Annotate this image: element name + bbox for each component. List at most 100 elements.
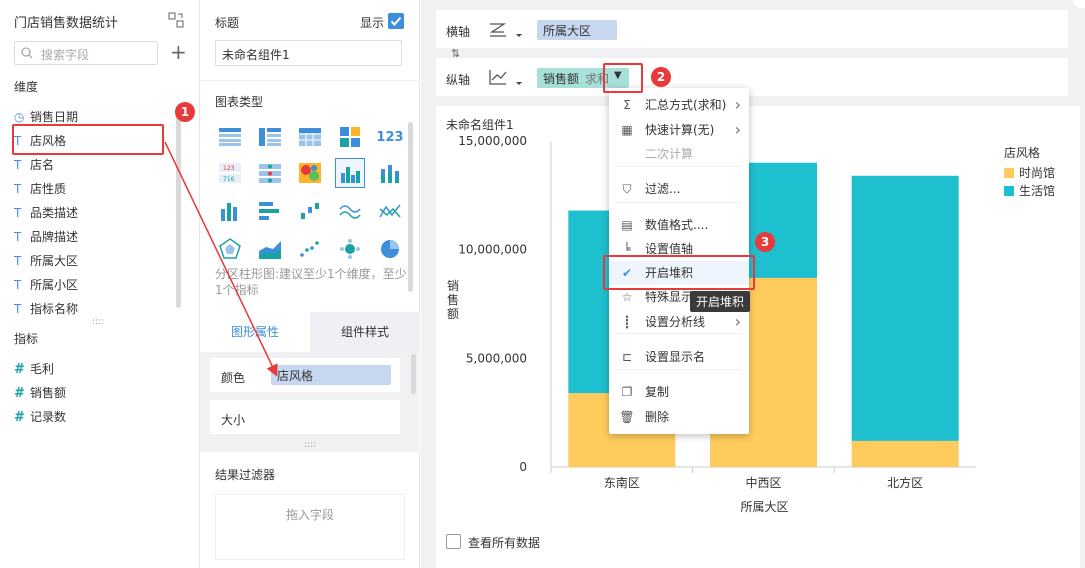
chart-widget: 未命名组件1 15,000,000 10,000,000 5,000,000 0 销售额… (436, 106, 1080, 568)
y-axis-shelf[interactable]: 纵轴 销售额 求和 ▼ (436, 58, 1068, 96)
copy-icon: ❐ (621, 385, 633, 399)
y-tick-label: 15,000,000 (458, 134, 527, 148)
y-tick-label: 10,000,000 (458, 243, 527, 257)
x-tick-label: 东南区 (604, 475, 640, 490)
menu-item-rename[interactable]: ⊏ 设置显示名 (609, 345, 749, 369)
x-axis-type-icon[interactable] (488, 20, 524, 40)
properties-panel: 标题 显示 未命名组件1 图表类型 123 123 716 分区柱形图:建议至少1… (200, 0, 420, 568)
legend-label: 时尚馆 (1019, 165, 1055, 180)
add-field-button[interactable]: + (170, 42, 187, 62)
size-row[interactable]: 大小 (210, 400, 400, 434)
kpi-chart-icon[interactable]: 123 716 (215, 158, 245, 188)
group-table-icon[interactable] (255, 122, 285, 152)
bubble-chart-icon[interactable] (335, 234, 365, 264)
radar-chart-icon[interactable] (215, 234, 245, 264)
area-chart-icon[interactable] (255, 234, 285, 264)
menu-item-format[interactable]: ▤ 数值格式.... (609, 213, 749, 237)
grouped-bar-chart-icon[interactable] (335, 158, 365, 188)
measure-label: 毛利 (30, 362, 55, 376)
column-chart-icon[interactable] (215, 196, 245, 226)
menu-divider (617, 333, 741, 334)
measure-item-sales[interactable]: # 销售额 (14, 382, 66, 404)
x-tick-label: 中西区 (745, 475, 781, 490)
dim-item-region[interactable]: T 所属大区 (14, 250, 78, 272)
line-chart-icon[interactable] (335, 196, 365, 226)
dim-label: 所属大区 (30, 254, 79, 268)
measure-item-profit[interactable]: # 毛利 (14, 358, 54, 380)
search-input[interactable]: 搜索字段 (14, 41, 158, 65)
field-panel: 门店销售数据统计 搜索字段 + 维度 ◷ 销售日期 T 店风格 T 店名 T 店性质 T… (0, 0, 200, 568)
pie-chart-icon[interactable] (375, 234, 405, 264)
stacked-bar-chart-icon[interactable] (375, 158, 405, 188)
dim-item-store-nature[interactable]: T 店性质 (14, 178, 66, 200)
dim-label: 店性质 (30, 182, 67, 196)
show-title-checkbox[interactable] (388, 13, 404, 29)
stacked-bar-chart: 15,000,000 10,000,000 5,000,000 0 销售额东南区 中西区 北… (447, 134, 1055, 514)
menu-divider (617, 202, 741, 203)
menu-item-trash[interactable]: 🗑 删除 (609, 405, 749, 429)
multi-line-chart-icon[interactable] (375, 196, 405, 226)
y-tick-label: 5,000,000 (466, 351, 527, 365)
property-scrollbar[interactable] (411, 354, 416, 394)
step-badge-2: 2 (651, 67, 671, 87)
menu-label: 汇总方式(求和) (645, 98, 727, 112)
text-type-icon: T (14, 230, 22, 244)
table-chart-icon[interactable] (215, 122, 245, 152)
x-axis-shelf[interactable]: 横轴 所属大区 (436, 10, 1068, 48)
dim-item-store-name[interactable]: T 店名 (14, 154, 54, 176)
color-label: 颜色 (221, 371, 246, 385)
legend-label: 生活馆 (1019, 183, 1055, 198)
color-row[interactable]: 颜色 店风格 (210, 358, 400, 392)
tooltip: 开启堆积 (690, 291, 751, 312)
chart-type-hint: 分区柱形图:建议至少1个维度，至少1个指标 (215, 267, 407, 297)
x-field-chip[interactable]: 所属大区 (537, 20, 617, 40)
dim-item-metric-name[interactable]: T 指标名称 (14, 298, 78, 320)
resize-handle[interactable]: :::: (304, 440, 316, 450)
y-field-name: 销售额 (543, 72, 580, 86)
chart-type-scrollbar[interactable] (408, 122, 413, 292)
dim-item-brand[interactable]: T 品牌描述 (14, 226, 78, 248)
dim-item-subregion[interactable]: T 所属小区 (14, 274, 78, 296)
measure-label: 销售额 (30, 386, 67, 400)
text-type-icon: T (14, 182, 22, 196)
horizontal-bar-icon[interactable] (255, 196, 285, 226)
scatter-chart-icon[interactable] (295, 234, 325, 264)
indicator-chart-icon[interactable] (255, 158, 285, 188)
dim-label: 所属小区 (30, 278, 79, 292)
dim-scrollbar[interactable] (176, 108, 181, 308)
y-axis-type-icon[interactable] (488, 68, 524, 88)
format-icon: ▤ (621, 218, 633, 232)
title-input[interactable]: 未命名组件1 (215, 40, 402, 66)
result-filter-label: 结果过滤器 (215, 468, 276, 482)
number-chart-icon[interactable]: 123 (375, 122, 405, 152)
menu-item-calc[interactable]: ▦ 快速计算(无) › (609, 118, 749, 142)
menu-item-copy[interactable]: ❐ 复制 (609, 380, 749, 404)
tab-component-style[interactable]: 组件样式 (310, 312, 420, 352)
dim-item-category[interactable]: T 品类描述 (14, 202, 78, 224)
menu-item-filter[interactable]: ⛉ 过滤... (609, 177, 749, 201)
x-tick-label: 北方区 (887, 475, 923, 490)
menu-label: 数值格式.... (645, 218, 709, 232)
widget-title: 未命名组件1 (446, 118, 514, 132)
measure-item-count[interactable]: # 记录数 (14, 406, 66, 428)
range-bar-icon[interactable] (295, 196, 325, 226)
heatmap-chart-icon[interactable] (295, 158, 325, 188)
bar-segment (851, 440, 959, 467)
highlight-box-1 (12, 124, 164, 155)
view-all-checkbox[interactable] (446, 534, 461, 549)
color-field-chip[interactable]: 店风格 (271, 365, 391, 385)
switch-dataset-icon[interactable] (168, 12, 184, 28)
sum-icon: Σ (623, 98, 631, 112)
tab-graph-properties[interactable]: 图形属性 (200, 312, 310, 352)
view-all-label: 查看所有数据 (468, 536, 541, 550)
menu-label: 设置分析线 (645, 315, 706, 329)
detail-table-icon[interactable] (335, 122, 365, 152)
cross-table-icon[interactable] (295, 122, 325, 152)
number-type-icon: # (14, 410, 25, 425)
menu-item-line[interactable]: ┋ 设置分析线 › (609, 310, 749, 334)
menu-divider (617, 166, 741, 167)
filter-drop-zone[interactable]: 拖入字段 (215, 494, 405, 560)
resize-handle[interactable]: :::: (92, 317, 104, 327)
legend-swatch (1004, 168, 1014, 178)
menu-item-sum[interactable]: Σ 汇总方式(求和) › (609, 93, 749, 117)
